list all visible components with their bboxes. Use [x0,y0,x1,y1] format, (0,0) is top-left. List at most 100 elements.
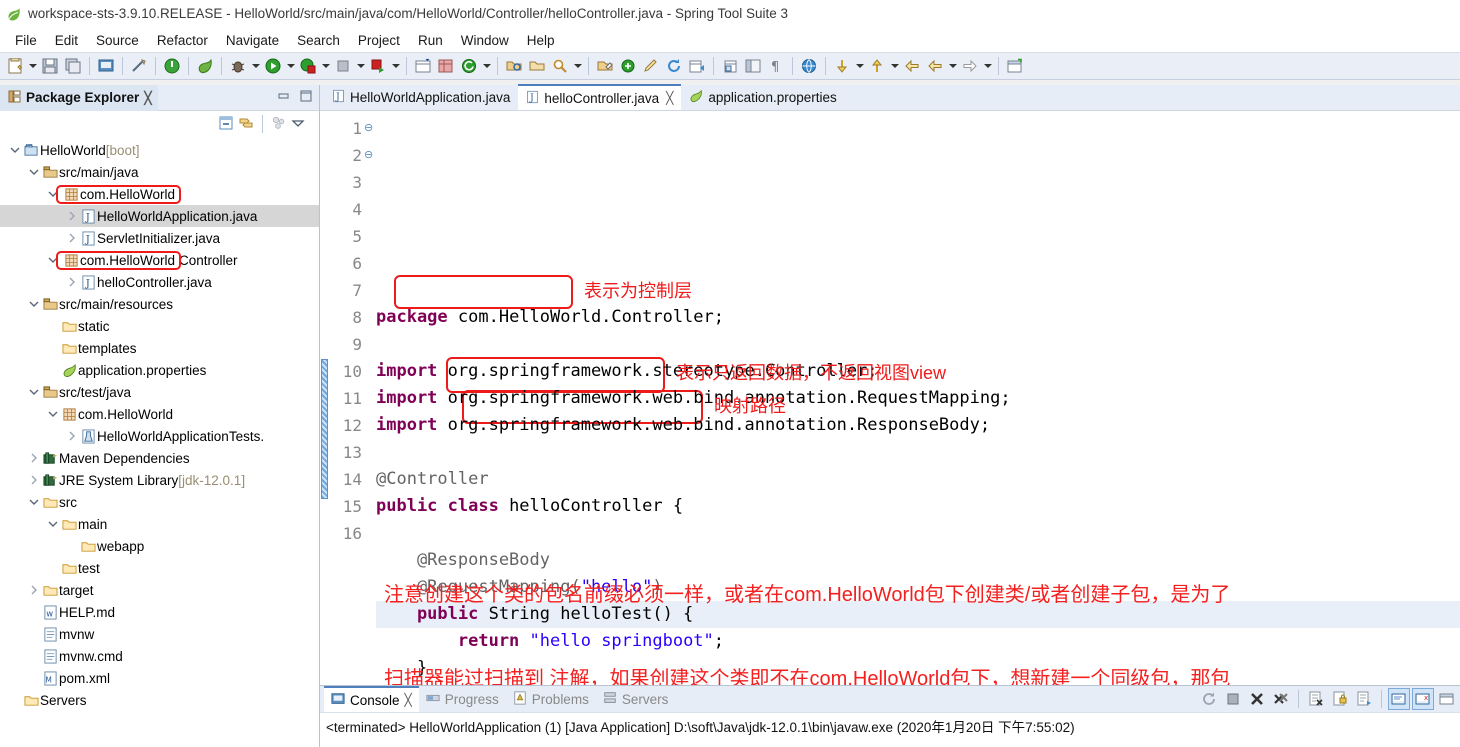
chevron-down-icon[interactable] [854,55,865,77]
editor-tab-helloworldapplication-java[interactable]: J HelloWorldApplication.java [324,84,518,110]
console-tab-progress[interactable]: Progress [419,686,506,712]
tree-item-test[interactable]: test [0,557,319,579]
chevron-down-icon[interactable] [27,299,41,309]
menu-item-navigate[interactable]: Navigate [217,31,288,50]
tree-item-helloworld[interactable]: MS HelloWorld [boot] [0,139,319,161]
terminate-icon[interactable] [1222,688,1244,710]
new-window-icon[interactable] [1004,55,1026,77]
scroll-lock-icon[interactable] [1329,688,1351,710]
forward-icon[interactable] [959,55,981,77]
tree-item-src-main-java[interactable]: src/main/java [0,161,319,183]
new-wizard-icon[interactable] [4,55,26,77]
tree-item-static[interactable]: static [0,315,319,337]
menu-item-source[interactable]: Source [87,31,148,50]
run-external-tools-icon[interactable] [297,55,319,77]
new-java-package-icon[interactable] [412,55,434,77]
editor-tab-hellocontroller-java[interactable]: JhelloController.java ╳ [518,84,682,110]
menu-item-edit[interactable]: Edit [46,31,87,50]
clear-console-icon[interactable] [1305,688,1327,710]
editor-tab-application-properties[interactable]: application.properties [681,84,844,110]
open-type-icon[interactable] [503,55,525,77]
tree-item-src[interactable]: src [0,491,319,513]
last-edit-location-icon[interactable] [594,55,616,77]
coverage-icon[interactable] [367,55,389,77]
view-menu-filters-icon[interactable] [271,115,287,134]
chevron-down-icon[interactable] [27,55,38,77]
chevron-right-icon[interactable] [27,585,41,595]
chevron-down-icon[interactable] [27,387,41,397]
toggle-mark-occurrences-icon[interactable] [128,55,150,77]
chevron-down-icon[interactable] [46,519,60,529]
chevron-right-icon[interactable] [27,453,41,463]
save-icon[interactable] [39,55,61,77]
tree-item-webapp[interactable]: webapp [0,535,319,557]
search-icon[interactable] [549,55,571,77]
show-console-on-error-icon[interactable]: x [1412,688,1434,710]
debug-icon[interactable] [227,55,249,77]
boot-dashboard-icon[interactable] [161,55,183,77]
tree-item-servletinitializer-java[interactable]: J ServletInitializer.java [0,227,319,249]
tree-item-maven-dependencies[interactable]: Maven Dependencies [0,447,319,469]
code-text[interactable]: package com.HelloWorld.Controller; import… [376,111,1460,685]
next-annotation-icon[interactable] [831,55,853,77]
chevron-down-icon[interactable] [947,55,958,77]
back-icon[interactable] [901,55,923,77]
previous-annotation-icon[interactable] [866,55,888,77]
chevron-down-icon[interactable] [46,409,60,419]
tab-package-explorer[interactable]: Package Explorer ╳ [0,84,158,111]
save-all-icon[interactable] [62,55,84,77]
run-icon[interactable] [262,55,284,77]
close-icon[interactable]: ╳ [666,91,673,105]
chevron-down-icon[interactable] [481,55,492,77]
chevron-right-icon[interactable] [65,431,79,441]
chevron-down-icon[interactable] [320,55,331,77]
chevron-down-icon[interactable] [355,55,366,77]
chevron-right-icon[interactable] [65,211,79,221]
export-icon[interactable] [686,55,708,77]
fold-toggle-icon[interactable]: ⊖ [364,142,376,169]
tree-item-mvnw-cmd[interactable]: mvnw.cmd [0,645,319,667]
relaunch-icon[interactable] [1198,688,1220,710]
collapse-all-icon[interactable] [218,115,234,134]
tree-item-pom-xml[interactable]: Mpom.xml [0,667,319,689]
console-tab-console[interactable]: Console ╳ [324,686,419,712]
console-tab-servers[interactable]: Servers [596,686,676,712]
link-with-editor-icon[interactable] [238,115,254,134]
toggle-java-editor-breadcrumb-icon[interactable] [617,55,639,77]
chevron-down-icon[interactable] [285,55,296,77]
tree-item-com-helloworld[interactable]: com.HelloWorld [0,403,319,425]
open-console-icon[interactable] [95,55,117,77]
chevron-down-icon[interactable] [27,167,41,177]
tree-item-application-properties[interactable]: application.properties [0,359,319,381]
remove-launch-icon[interactable] [1246,688,1268,710]
chevron-down-icon[interactable] [982,55,993,77]
minimize-icon[interactable] [277,89,291,106]
import-icon[interactable] [719,55,741,77]
tree-item-mvnw[interactable]: mvnw [0,623,319,645]
stop-icon[interactable] [332,55,354,77]
tree-item-helloworldapplicationtests[interactable]: HelloWorldApplicationTests. [0,425,319,447]
tree-item-helloworldapplication-java[interactable]: J HelloWorldApplication.java [0,205,319,227]
show-console-on-output-icon[interactable] [1388,688,1410,710]
project-tree[interactable]: MS HelloWorld [boot] src/main/java com.Hell… [0,137,319,747]
chevron-down-icon[interactable] [889,55,900,77]
tree-item-jre-system-library[interactable]: JRE System Library [jdk-12.0.1] [0,469,319,491]
chevron-down-icon[interactable] [390,55,401,77]
spring-explorer-icon[interactable] [194,55,216,77]
console-output[interactable]: <terminated> HelloWorldApplication (1) [… [320,712,1460,747]
menu-item-file[interactable]: File [6,31,46,50]
word-wrap-icon[interactable] [1353,688,1375,710]
menu-item-run[interactable]: Run [409,31,452,50]
menu-item-project[interactable]: Project [349,31,409,50]
tree-item-target[interactable]: target [0,579,319,601]
chevron-down-icon[interactable] [8,145,22,155]
chevron-right-icon[interactable] [65,277,79,287]
tree-item-templates[interactable]: templates [0,337,319,359]
view-menu-icon[interactable] [291,116,305,133]
folding-ruler[interactable]: ⊖ ⊖ [364,111,376,685]
tree-item-help-md[interactable]: w HELP.md [0,601,319,623]
forward-back-icon[interactable] [924,55,946,77]
tree-item-com-helloworld[interactable]: com.HelloWorld [0,183,319,205]
open-console-icon[interactable] [1436,688,1458,710]
tree-item-src-test-java[interactable]: src/test/java [0,381,319,403]
